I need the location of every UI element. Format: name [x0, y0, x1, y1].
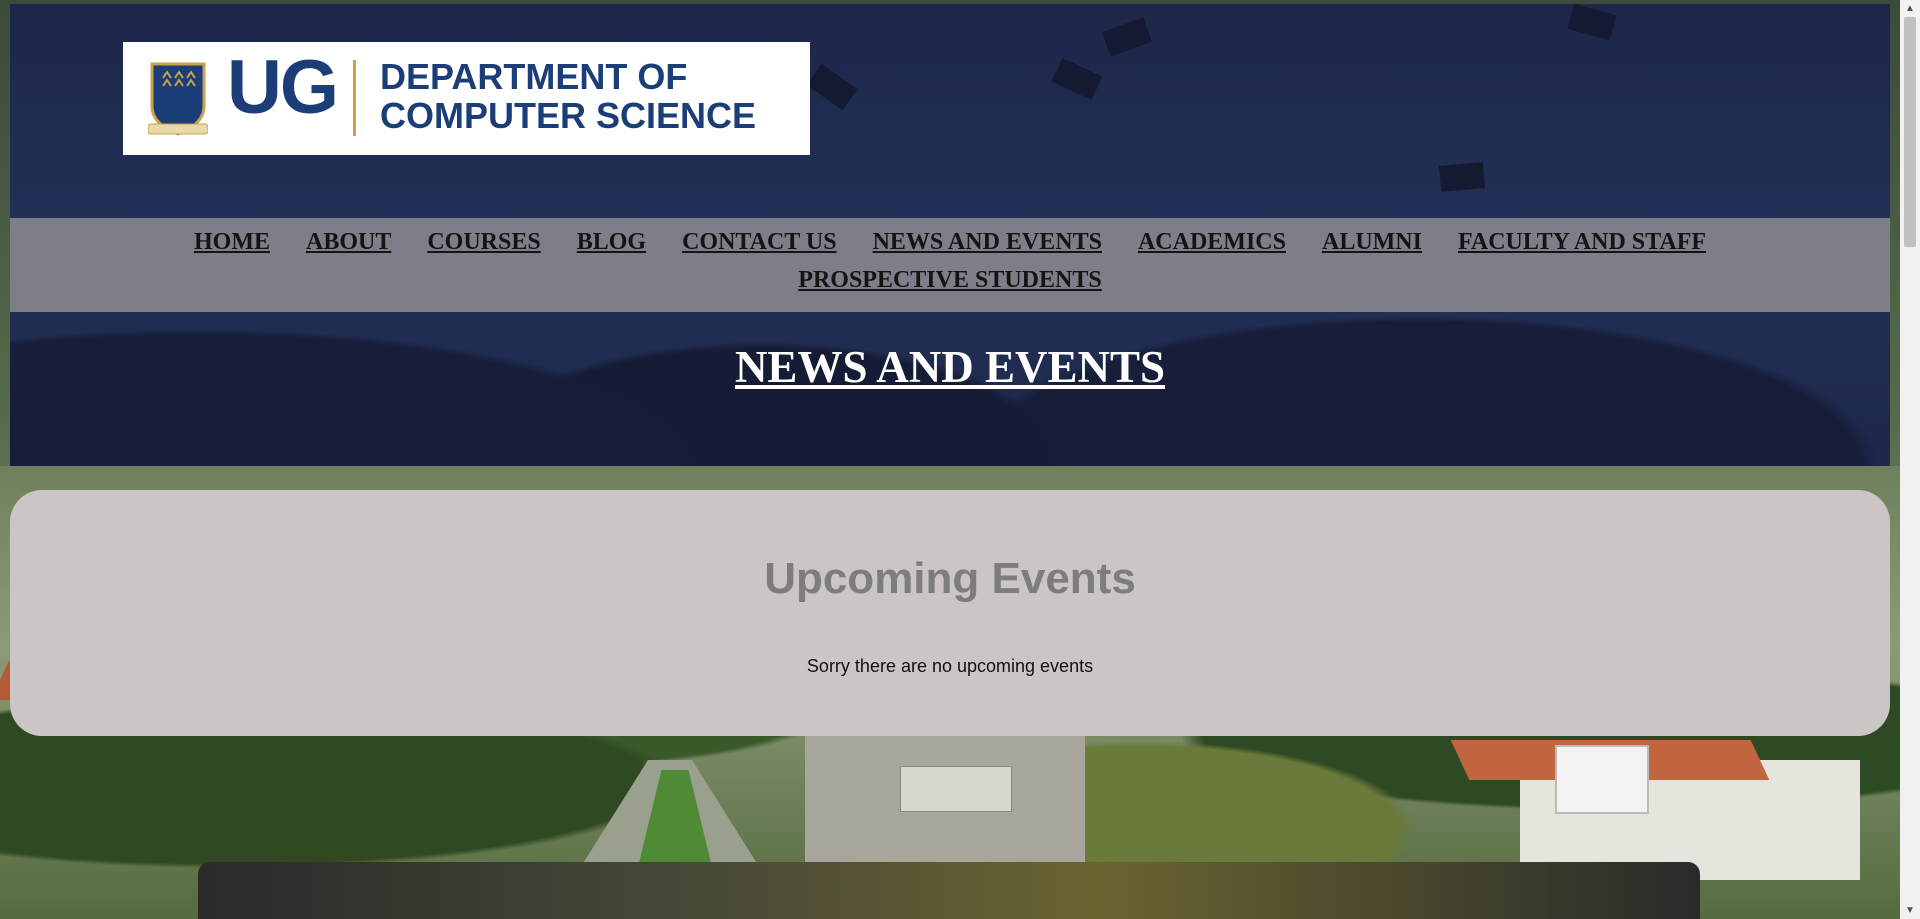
nav-link-academics[interactable]: ACADEMICS — [1138, 228, 1286, 256]
nav-link-faculty-and-staff[interactable]: FACULTY AND STAFF — [1458, 228, 1706, 256]
scroll-down-arrow-icon[interactable]: ▼ — [1900, 902, 1920, 919]
nav-row-1: HOME ABOUT COURSES BLOG CONTACT US NEWS … — [10, 228, 1890, 256]
scroll-up-arrow-icon[interactable]: ▲ — [1900, 0, 1920, 17]
scrollbar-thumb[interactable] — [1904, 17, 1916, 247]
nav-link-courses[interactable]: COURSES — [427, 228, 540, 256]
logo-ug-text: UG — [227, 45, 339, 130]
nav-link-home[interactable]: HOME — [194, 228, 270, 256]
background-plaque — [900, 766, 1012, 812]
bottom-section-image — [198, 862, 1700, 919]
nav-link-alumni[interactable]: ALUMNI — [1322, 228, 1422, 256]
logo-divider — [353, 60, 356, 136]
nav-link-prospective-students[interactable]: PROSPECTIVE STUDENTS — [798, 266, 1101, 294]
upcoming-events-card: Upcoming Events Sorry there are no upcom… — [10, 490, 1890, 736]
logo-department-line1: DEPARTMENT OF — [380, 56, 688, 97]
events-heading: Upcoming Events — [764, 554, 1136, 603]
nav-link-contact-us[interactable]: CONTACT US — [682, 228, 836, 256]
nav-link-about[interactable]: ABOUT — [306, 228, 391, 256]
ug-crest-icon — [148, 62, 208, 136]
nav-link-news-and-events[interactable]: NEWS AND EVENTS — [873, 228, 1102, 256]
background-signboard — [1555, 745, 1649, 814]
site-logo[interactable]: UG DEPARTMENT OF COMPUTER SCIENCE — [123, 42, 810, 155]
main-navigation: HOME ABOUT COURSES BLOG CONTACT US NEWS … — [10, 218, 1890, 312]
page-scrollbar[interactable]: ▲ ▼ — [1900, 0, 1920, 919]
nav-link-blog[interactable]: BLOG — [577, 228, 646, 256]
no-events-message: Sorry there are no upcoming events — [806, 656, 1094, 676]
nav-row-2: PROSPECTIVE STUDENTS — [10, 266, 1890, 294]
page-title: NEWS AND EVENTS — [734, 342, 1166, 392]
logo-department-line2: COMPUTER SCIENCE — [380, 95, 757, 136]
